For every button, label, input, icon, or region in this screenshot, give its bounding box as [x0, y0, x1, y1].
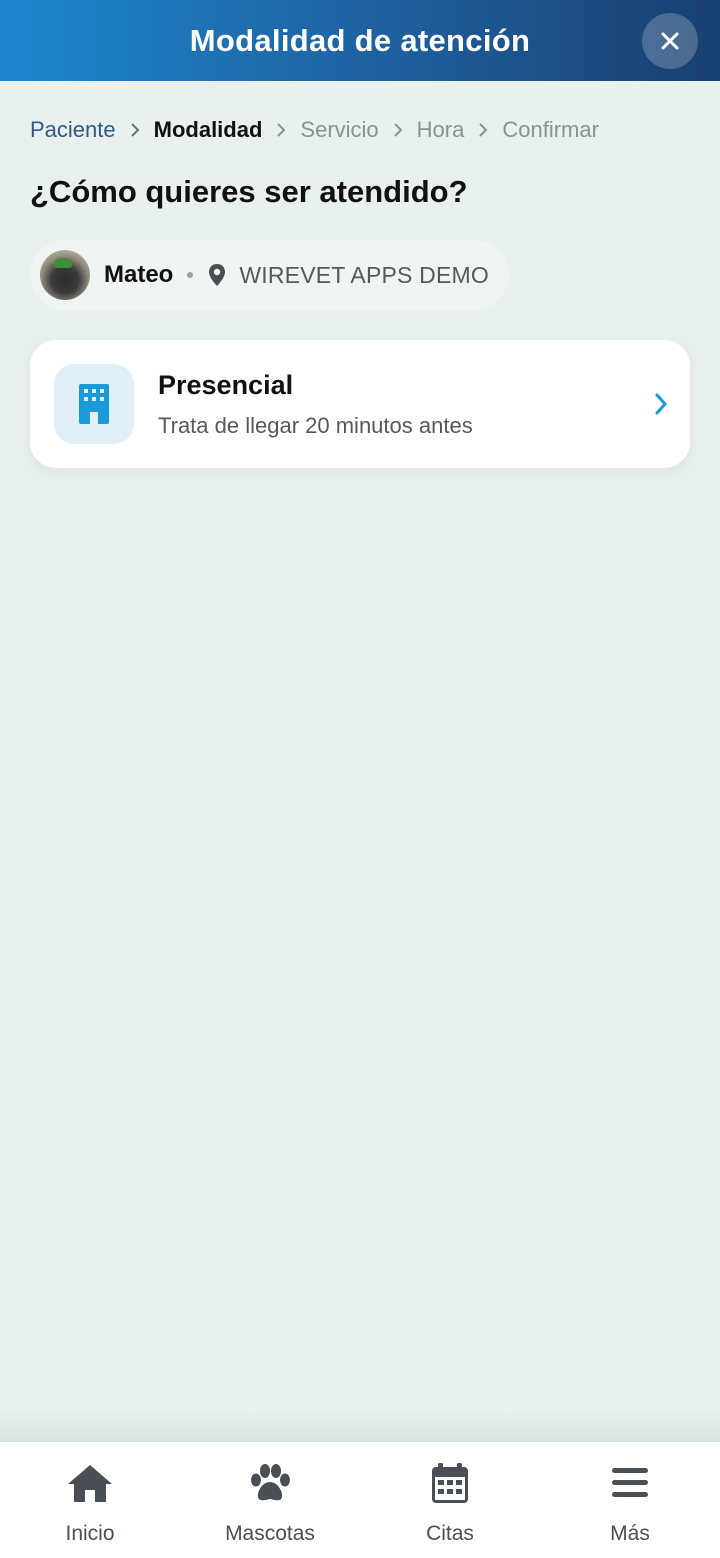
menu-icon: [606, 1462, 654, 1504]
option-presencial[interactable]: Presencial Trata de llegar 20 minutos an…: [30, 340, 690, 468]
nav-label: Mascotas: [225, 1522, 315, 1545]
option-title: Presencial: [158, 369, 294, 400]
building-icon: [79, 384, 109, 424]
pet-name: Mateo: [104, 261, 174, 288]
map-pin-icon: [207, 263, 227, 287]
option-text: Presencial Trata de llegar 20 minutos an…: [158, 370, 473, 439]
chevron-right-icon: [464, 123, 502, 137]
chevron-right-icon: [262, 123, 300, 137]
close-button[interactable]: [642, 13, 698, 69]
chevron-right-icon: [379, 123, 417, 137]
bottom-nav: Inicio Mascotas Citas Más: [0, 1442, 720, 1558]
breadcrumb-step-servicio: Servicio: [300, 117, 379, 142]
paw-icon: [246, 1462, 294, 1504]
bottom-nav-shadow: [0, 1410, 720, 1442]
nav-item-mascotas[interactable]: Mascotas: [180, 1442, 360, 1558]
nav-label: Más: [610, 1522, 650, 1545]
page: Modalidad de atención Paciente Modalidad…: [0, 0, 720, 1558]
chevron-right-icon: [655, 393, 667, 415]
nav-item-mas[interactable]: Más: [540, 1442, 720, 1558]
nav-item-citas[interactable]: Citas: [360, 1442, 540, 1558]
home-icon: [66, 1462, 114, 1504]
clinic-name: WIREVET APPS DEMO: [239, 261, 489, 288]
breadcrumb-step-confirmar: Confirmar: [502, 117, 599, 142]
header-bar: Modalidad de atención: [0, 0, 720, 81]
breadcrumb-step-hora: Hora: [416, 117, 465, 142]
breadcrumb: Paciente Modalidad Servicio Hora Confirm…: [30, 112, 599, 148]
section-heading: ¿Cómo quieres ser atendido?: [30, 174, 468, 209]
option-icon-container: [54, 364, 134, 444]
nav-label: Inicio: [65, 1522, 115, 1545]
chevron-right-icon: [116, 123, 154, 137]
breadcrumb-step-paciente[interactable]: Paciente: [30, 117, 116, 143]
separator-dot: [187, 272, 194, 278]
patient-chip: Mateo WIREVET APPS DEMO: [30, 240, 509, 310]
close-icon: [661, 32, 679, 50]
pet-avatar: [40, 250, 90, 300]
calendar-icon: [426, 1462, 474, 1504]
option-subtitle: Trata de llegar 20 minutos antes: [158, 412, 473, 438]
nav-label: Citas: [426, 1522, 474, 1545]
breadcrumb-step-modalidad: Modalidad: [153, 117, 263, 142]
nav-item-inicio[interactable]: Inicio: [0, 1442, 180, 1558]
page-title: Modalidad de atención: [189, 22, 531, 58]
